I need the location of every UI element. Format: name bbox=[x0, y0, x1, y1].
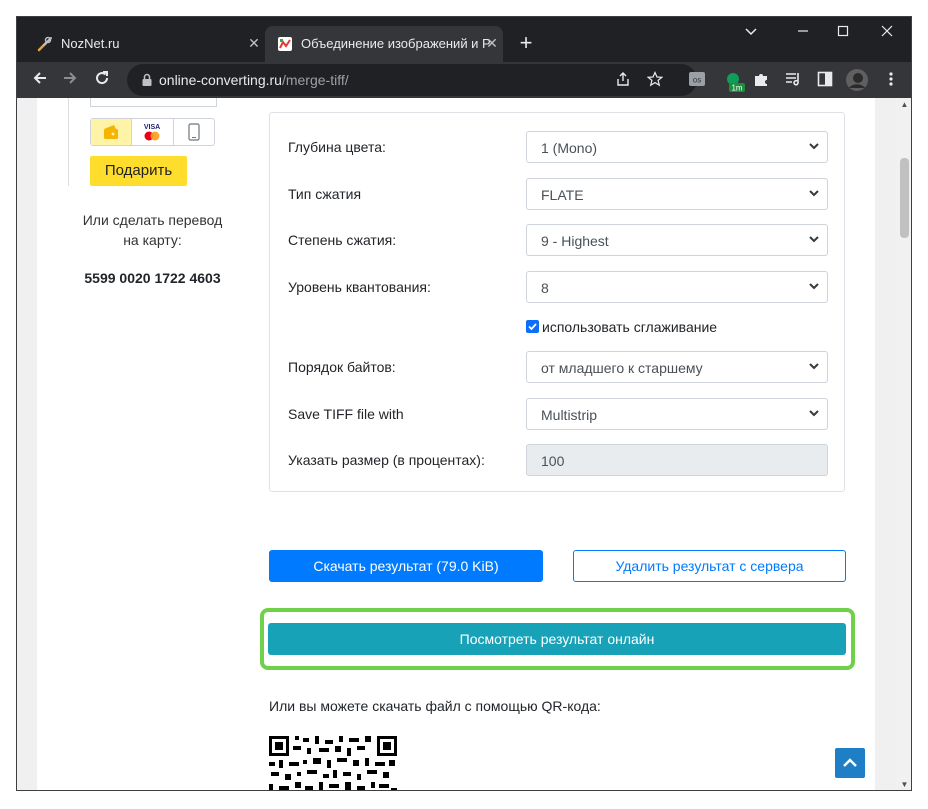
compression-type-label: Тип сжатия bbox=[288, 186, 362, 202]
scroll-up-arrow[interactable]: ▲ bbox=[896, 98, 911, 112]
payment-card[interactable]: VISA bbox=[132, 119, 174, 145]
payment-yoomoney[interactable] bbox=[91, 119, 133, 145]
select-value: 9 - Highest bbox=[541, 233, 609, 249]
color-depth-select[interactable]: 1 (Mono) bbox=[526, 131, 828, 163]
input-value: 100 bbox=[541, 453, 565, 469]
checkmark-icon bbox=[528, 323, 537, 331]
smoothing-checkbox[interactable] bbox=[526, 320, 539, 333]
byte-order-select[interactable]: от младшего к старшему bbox=[526, 351, 828, 383]
maximize-icon[interactable] bbox=[823, 23, 863, 43]
scroll-down-arrow[interactable]: ▼ bbox=[896, 778, 911, 790]
card-number: 5599 0020 1722 4603 bbox=[84, 270, 221, 286]
back-icon[interactable] bbox=[29, 69, 51, 91]
minimize-icon[interactable] bbox=[783, 23, 823, 43]
chevron-down-icon bbox=[809, 143, 819, 150]
save-tiff-label: Save TIFF file with bbox=[288, 406, 404, 422]
select-value: Multistrip bbox=[541, 407, 598, 423]
chevron-up-icon bbox=[843, 758, 857, 767]
tab-noznet[interactable]: NozNet.ru ✕ bbox=[25, 26, 265, 62]
color-depth-label: Глубина цвета: bbox=[288, 139, 386, 155]
qr-download-text: Или вы можете скачать файл с помощью QR-… bbox=[269, 698, 601, 714]
gift-button[interactable]: Подарить bbox=[90, 156, 187, 186]
page-body: VISA Подарить Или сделать перевод на кар… bbox=[37, 98, 875, 791]
scroll-thumb[interactable] bbox=[900, 158, 909, 238]
extension-timer-icon[interactable]: 1m bbox=[723, 70, 745, 93]
chevron-down-icon bbox=[809, 283, 819, 290]
url-text: online-converting.ru/merge-tiff/ bbox=[159, 72, 349, 88]
compression-level-label: Степень сжатия: bbox=[288, 232, 397, 248]
site-logo-icon bbox=[278, 37, 292, 51]
tab-strip: NozNet.ru ✕ Объединение изображений и Р … bbox=[17, 17, 911, 62]
delete-result-button[interactable]: Удалить результат с сервера bbox=[573, 550, 846, 582]
side-panel-icon[interactable] bbox=[815, 70, 835, 90]
yoomoney-icon bbox=[104, 125, 119, 139]
viewport: VISA Подарить Или сделать перевод на кар… bbox=[17, 98, 896, 791]
window-close-icon[interactable] bbox=[867, 23, 907, 43]
tab-merge-tiff[interactable]: Объединение изображений и Р ✕ bbox=[265, 26, 503, 62]
compression-type-select[interactable]: FLATE bbox=[526, 178, 828, 210]
quantization-level-label: Уровень квантования: bbox=[288, 279, 431, 295]
save-tiff-select[interactable]: Multistrip bbox=[526, 398, 828, 430]
view-online-button[interactable]: Посмотреть результат онлайн bbox=[268, 623, 846, 655]
scroll-to-top-button[interactable] bbox=[835, 748, 865, 778]
vertical-scrollbar[interactable]: ▲ ▼ bbox=[896, 98, 911, 790]
extensions-puzzle-icon[interactable] bbox=[751, 70, 771, 90]
size-percent-input[interactable]: 100 bbox=[526, 444, 828, 476]
visa-label: VISA bbox=[144, 124, 160, 131]
url-host: online-converting.ru bbox=[159, 72, 282, 88]
select-value: 1 (Mono) bbox=[541, 140, 598, 156]
lock-icon[interactable] bbox=[139, 72, 155, 88]
select-value: 8 bbox=[541, 280, 549, 296]
url-path: /merge-tiff/ bbox=[281, 72, 349, 88]
download-result-button[interactable]: Скачать результат (79.0 KiB) bbox=[269, 550, 543, 582]
tab-title: Объединение изображений и Р bbox=[301, 36, 491, 51]
extension-badge: 1m bbox=[731, 84, 742, 93]
chevron-down-icon bbox=[809, 236, 819, 243]
phone-icon bbox=[188, 123, 200, 141]
qr-code-icon[interactable] bbox=[269, 736, 397, 791]
share-icon[interactable] bbox=[614, 71, 632, 89]
chevron-down-icon bbox=[809, 190, 819, 197]
close-icon[interactable]: ✕ bbox=[483, 34, 501, 52]
reading-list-icon[interactable] bbox=[783, 70, 803, 90]
chevron-down-icon bbox=[809, 410, 819, 417]
avatar[interactable] bbox=[845, 68, 869, 92]
address-bar[interactable]: online-converting.ru/merge-tiff/ bbox=[127, 64, 697, 96]
tools-icon bbox=[37, 36, 52, 52]
extension-lastpass-icon[interactable]: os bbox=[687, 70, 707, 90]
payment-phone[interactable] bbox=[174, 119, 214, 145]
select-value: FLATE bbox=[541, 187, 584, 203]
svg-text:os: os bbox=[693, 76, 701, 85]
forward-icon[interactable] bbox=[59, 69, 81, 91]
compression-level-select[interactable]: 9 - Highest bbox=[526, 224, 828, 256]
sidebar-divider bbox=[68, 98, 69, 186]
byte-order-label: Порядок байтов: bbox=[288, 359, 396, 375]
tiff-settings-panel: Глубина цвета: 1 (Mono) Тип сжатия FLATE… bbox=[269, 112, 845, 492]
menu-kebab-icon[interactable] bbox=[881, 70, 901, 90]
browser-toolbar: online-converting.ru/merge-tiff/ os 1m bbox=[17, 62, 911, 98]
size-percent-label: Указать размер (в процентах): bbox=[288, 452, 485, 468]
amount-input[interactable] bbox=[90, 98, 217, 107]
quantization-level-select[interactable]: 8 bbox=[526, 271, 828, 303]
new-tab-button[interactable]: + bbox=[515, 32, 537, 54]
browser-window: NozNet.ru ✕ Объединение изображений и Р … bbox=[16, 16, 912, 791]
reload-icon[interactable] bbox=[91, 69, 113, 91]
tab-search-icon[interactable] bbox=[731, 23, 771, 43]
tab-title: NozNet.ru bbox=[61, 36, 120, 51]
payment-method-group: VISA bbox=[90, 118, 215, 146]
close-icon[interactable]: ✕ bbox=[245, 34, 263, 52]
transfer-text: Или сделать перевод на карту: bbox=[82, 212, 223, 248]
star-icon[interactable] bbox=[646, 71, 664, 89]
select-value: от младшего к старшему bbox=[541, 360, 703, 376]
visa-mastercard-icon: VISA bbox=[144, 124, 161, 141]
chevron-down-icon bbox=[809, 363, 819, 370]
smoothing-label[interactable]: использовать сглаживание bbox=[542, 319, 717, 335]
